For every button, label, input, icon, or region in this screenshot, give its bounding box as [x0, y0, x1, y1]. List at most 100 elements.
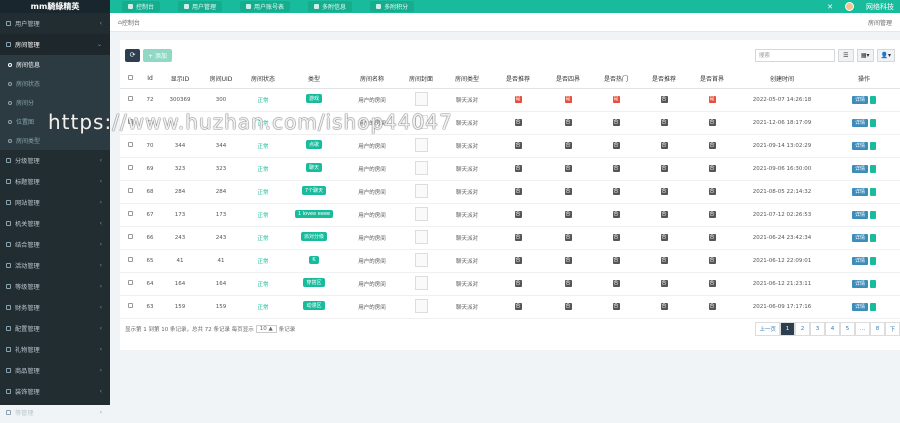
room-cover-image[interactable] [414, 137, 428, 152]
sidebar-subitem[interactable]: 房间信息 [0, 55, 110, 74]
select-all-checkbox[interactable] [127, 75, 133, 81]
topnav-item[interactable]: 用户管理 [178, 1, 223, 12]
toggle-switch[interactable]: 否 [660, 234, 668, 241]
refresh-button[interactable]: ⟳ [125, 48, 140, 62]
edit-button[interactable]: 详情 [851, 279, 868, 288]
row-checkbox[interactable] [127, 211, 133, 216]
row-checkbox[interactable] [127, 165, 133, 170]
toggle-switch[interactable]: 否 [564, 280, 572, 287]
row-checkbox[interactable] [127, 303, 133, 308]
sidebar-item[interactable]: 活动管理 ‹ [0, 255, 110, 276]
toggle-switch[interactable]: 否 [708, 119, 716, 126]
search-input[interactable]: 搜索 [754, 48, 835, 62]
toggle-switch[interactable]: 是 [612, 96, 620, 103]
toggle-switch[interactable]: 否 [660, 280, 668, 287]
room-cover-image[interactable] [414, 298, 428, 313]
sidebar-subitem[interactable]: 房间类型 [0, 131, 110, 150]
more-button[interactable] [870, 233, 876, 242]
toggle-switch[interactable]: 否 [612, 165, 620, 172]
add-button[interactable]: + 添加 [143, 48, 172, 62]
user-name[interactable]: 网络科技 [866, 2, 894, 12]
sidebar-item[interactable]: 结合管理 ‹ [0, 234, 110, 255]
room-cover-image[interactable] [414, 229, 428, 244]
page-button[interactable]: 8 [870, 322, 885, 336]
columns-button[interactable]: ▦▾ [856, 48, 874, 62]
room-cover-image[interactable] [414, 275, 428, 290]
toggle-switch[interactable]: 否 [612, 257, 620, 264]
topnav-item[interactable]: 多附信息 [308, 1, 353, 12]
sidebar-item[interactable]: 机关管理 ‹ [0, 213, 110, 234]
row-checkbox[interactable] [127, 280, 133, 285]
room-cover-image[interactable] [414, 206, 428, 221]
sidebar-item[interactable]: 房间管理 ⌄ [0, 34, 110, 55]
toggle-switch[interactable]: 否 [612, 234, 620, 241]
more-button[interactable] [870, 279, 876, 288]
sidebar-item[interactable]: 礼物管理 ‹ [0, 339, 110, 360]
toggle-switch[interactable]: 否 [564, 211, 572, 218]
edit-button[interactable]: 详情 [851, 164, 868, 173]
toggle-switch[interactable]: 否 [514, 211, 522, 218]
sidebar-item[interactable]: 等级管理 ‹ [0, 276, 110, 297]
room-cover-image[interactable] [414, 91, 428, 106]
page-button[interactable]: ... [855, 322, 870, 336]
toggle-switch[interactable]: 否 [612, 142, 620, 149]
toggle-switch[interactable]: 否 [564, 234, 572, 241]
sidebar-item[interactable]: 财务管理 ‹ [0, 297, 110, 318]
toggle-switch[interactable]: 否 [612, 211, 620, 218]
toggle-switch[interactable]: 否 [514, 280, 522, 287]
toggle-switch[interactable]: 否 [612, 188, 620, 195]
more-button[interactable] [870, 256, 876, 265]
toggle-switch[interactable]: 否 [514, 234, 522, 241]
avatar[interactable] [845, 2, 854, 11]
toggle-switch[interactable]: 否 [660, 96, 668, 103]
toggle-switch[interactable]: 否 [660, 119, 668, 126]
sidebar-item[interactable]: 配置管理 ‹ [0, 318, 110, 339]
more-button[interactable] [870, 302, 876, 311]
room-cover-image[interactable] [414, 114, 428, 129]
breadcrumb-home[interactable]: 控制台 [122, 18, 140, 27]
toggle-switch[interactable]: 否 [564, 303, 572, 310]
toggle-switch[interactable]: 否 [564, 165, 572, 172]
room-cover-image[interactable] [414, 252, 428, 267]
toggle-switch[interactable]: 否 [708, 280, 716, 287]
edit-button[interactable]: 详情 [851, 141, 868, 150]
row-checkbox[interactable] [127, 234, 133, 239]
toggle-switch[interactable]: 否 [564, 142, 572, 149]
topnav-item[interactable]: 控制台 [122, 1, 161, 12]
toggle-switch[interactable]: 否 [660, 165, 668, 172]
prev-page-button[interactable]: 上一页 [755, 322, 780, 336]
row-checkbox[interactable] [127, 96, 133, 101]
row-checkbox[interactable] [127, 188, 133, 193]
edit-button[interactable]: 详情 [851, 302, 868, 311]
toggle-switch[interactable]: 否 [514, 303, 522, 310]
toggle-switch[interactable]: 否 [708, 188, 716, 195]
toggle-switch[interactable]: 否 [708, 165, 716, 172]
more-button[interactable] [870, 210, 876, 219]
toggle-view-button[interactable]: ☰ [837, 48, 854, 62]
toggle-switch[interactable]: 否 [660, 257, 668, 264]
toggle-switch[interactable]: 否 [612, 119, 620, 126]
toggle-switch[interactable]: 否 [612, 280, 620, 287]
toggle-switch[interactable]: 否 [514, 257, 522, 264]
sidebar-item[interactable]: 用户管理 ‹ [0, 13, 110, 34]
room-cover-image[interactable] [414, 183, 428, 198]
page-button[interactable]: 3 [810, 322, 825, 336]
toggle-switch[interactable]: 否 [564, 119, 572, 126]
more-button[interactable] [870, 187, 876, 196]
page-button[interactable]: 4 [825, 322, 840, 336]
page-button[interactable]: 5 [840, 322, 855, 336]
sidebar-item[interactable]: 分级管理 ‹ [0, 150, 110, 171]
brand-logo[interactable]: mm騎綠精英 [0, 0, 110, 13]
row-checkbox[interactable] [127, 257, 133, 262]
edit-button[interactable]: 详情 [851, 187, 868, 196]
toggle-switch[interactable]: 否 [660, 211, 668, 218]
sidebar-item[interactable]: 网站管理 ‹ [0, 192, 110, 213]
toggle-switch[interactable]: 否 [514, 142, 522, 149]
toggle-switch[interactable]: 否 [514, 165, 522, 172]
toggle-switch[interactable]: 否 [612, 303, 620, 310]
more-button[interactable] [870, 164, 876, 173]
next-page-button[interactable]: 下 [885, 322, 900, 336]
toggle-switch[interactable]: 是 [564, 96, 572, 103]
more-button[interactable] [870, 141, 876, 150]
toggle-switch[interactable]: 否 [708, 234, 716, 241]
